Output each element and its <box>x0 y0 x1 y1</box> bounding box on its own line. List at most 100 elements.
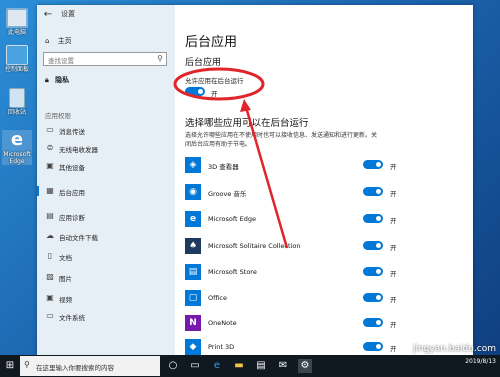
sidebar-item-label: 自动文件下载 <box>59 234 98 242</box>
sidebar-item-label: 视频 <box>59 296 72 304</box>
desktop-icon-pc[interactable]: 此电脑 <box>2 8 32 36</box>
app-toggle-state: 开 <box>390 296 397 304</box>
app-toggle[interactable] <box>363 267 383 276</box>
sidebar-item-label: 无线电收发器 <box>59 146 98 154</box>
desktop-icon-edge[interactable]: e Microsoft Edge <box>2 130 32 165</box>
sidebar-item-radios[interactable]: ⊜ 无线电收发器 <box>37 140 175 156</box>
app-toggle[interactable] <box>363 342 383 351</box>
app-toggle-state: 开 <box>390 345 397 353</box>
sidebar-item-label: 文档 <box>59 254 72 262</box>
app-name: Microsoft Solitaire Collection <box>208 242 301 250</box>
desktop-icon-label: Microsoft Edge <box>3 151 31 165</box>
sidebar-item-file-system[interactable]: ▭ 文件系统 <box>37 308 175 324</box>
lock-icon: 🔒︎ <box>45 76 49 84</box>
app-toggle-state: 开 <box>390 244 397 252</box>
app-toggle-state: 开 <box>390 190 397 198</box>
settings-search-input[interactable]: 查找设置 ⚲ <box>43 52 167 66</box>
app-toggle[interactable] <box>363 293 383 302</box>
app-toggle[interactable] <box>363 214 383 223</box>
choose-apps-heading: 选择哪些应用可以在后台运行 <box>185 118 309 129</box>
taskbar-search-placeholder: 在这里输入你要搜索的内容 <box>36 364 114 372</box>
app-row-groove: ◉ Groove 音乐 开 <box>185 184 465 204</box>
app-name: 3D 查看器 <box>208 163 239 171</box>
background-apps-icon: ▦ <box>46 186 54 195</box>
windows-start-icon[interactable]: ⊞ <box>0 355 20 377</box>
allow-background-label: 允许应用在后台运行 <box>185 77 244 85</box>
document-icon: ▯ <box>47 251 53 260</box>
pc-icon <box>6 8 28 28</box>
desktop-icon-label: 回收站 <box>7 109 26 116</box>
download-icon: ☁ <box>46 231 54 240</box>
page-title: 后台应用 <box>185 35 238 50</box>
active-indicator <box>37 186 39 196</box>
app-toggle[interactable] <box>363 160 383 169</box>
sidebar-item-videos[interactable]: ▣ 视频 <box>37 290 175 306</box>
control-panel-icon <box>6 45 28 65</box>
task-view-icon[interactable]: ○ <box>166 359 180 373</box>
app-toggle[interactable] <box>363 318 383 327</box>
sidebar-item-messaging[interactable]: ▭ 消息传送 <box>37 122 175 138</box>
groove-icon: ◉ <box>185 184 201 200</box>
app-toggle-state: 开 <box>390 163 397 171</box>
search-placeholder: 查找设置 <box>48 57 74 65</box>
3d-viewer-icon: ◈ <box>185 157 201 173</box>
sidebar-item-app-diagnostics[interactable]: ▤ 应用诊断 <box>37 208 175 224</box>
sidebar-home[interactable]: ⌂ 主页 <box>45 36 72 46</box>
sidebar-home-label: 主页 <box>57 37 72 45</box>
sidebar-item-background-apps[interactable]: ▦ 后台应用 <box>37 183 175 199</box>
sidebar-item-label: 后台应用 <box>59 189 85 197</box>
app-row-store: ▤ Microsoft Store 开 <box>185 264 465 284</box>
radio-icon: ⊜ <box>46 143 54 152</box>
app-row-edge: e Microsoft Edge 开 <box>185 211 465 231</box>
app-toggle-state: 开 <box>390 321 397 329</box>
file-explorer-icon[interactable]: ▬ <box>232 359 246 373</box>
settings-taskbar-icon[interactable]: ⚙ <box>298 359 312 373</box>
app-row-solitaire: ♠ Microsoft Solitaire Collection 开 <box>185 238 465 258</box>
desktop-icon-recycle-bin[interactable]: 回收站 <box>2 88 32 116</box>
home-icon: ⌂ <box>45 37 50 45</box>
sidebar-item-other-devices[interactable]: ▣ 其他设备 <box>37 158 175 174</box>
content-pane: 后台应用 后台应用 允许应用在后台运行 开 选择哪些应用可以在后台运行 选择允许… <box>175 5 473 355</box>
store-taskbar-icon[interactable]: ▤ <box>254 359 268 373</box>
pictures-icon: ▨ <box>46 272 54 281</box>
taskbar-search-input[interactable]: ⚲ 在这里输入你要搜索的内容 <box>20 356 160 376</box>
settings-window: ⌂ 主页 查找设置 ⚲ 🔒︎ 隐私 应用权限 ▭ 消息传送 ⊜ 无线电收发器 ▣… <box>37 5 473 355</box>
app-name: Microsoft Store <box>208 268 257 276</box>
sidebar-item-documents[interactable]: ▯ 文档 <box>37 248 175 264</box>
section-subtitle: 后台应用 <box>185 58 222 68</box>
recycle-bin-icon <box>9 88 25 108</box>
back-arrow-icon[interactable]: ← <box>41 8 55 22</box>
desktop-icon-label: 控制面板 <box>4 66 29 73</box>
app-name: Microsoft Edge <box>208 215 257 223</box>
edge-icon: e <box>10 129 24 150</box>
sidebar-item-label: 其他设备 <box>59 164 85 172</box>
desktop-icon-control-panel[interactable]: 控制面板 <box>2 45 32 73</box>
app-row-onenote: N OneNote 开 <box>185 315 465 335</box>
edge-taskbar-icon[interactable]: e <box>210 359 224 373</box>
sidebar: ⌂ 主页 查找设置 ⚲ 🔒︎ 隐私 应用权限 ▭ 消息传送 ⊜ 无线电收发器 ▣… <box>37 5 175 355</box>
sidebar-section-privacy: 🔒︎ 隐私 <box>45 75 69 85</box>
sidebar-subsection: 应用权限 <box>45 112 71 120</box>
app-toggle-state: 开 <box>390 270 397 278</box>
window-title: 设置 <box>61 10 75 18</box>
office-icon: ▢ <box>185 290 201 306</box>
solitaire-icon: ♠ <box>185 238 201 254</box>
watermark: jingyan.baidu.com <box>412 344 496 354</box>
app-name: OneNote <box>208 319 237 327</box>
allow-background-toggle[interactable] <box>185 87 205 96</box>
task-view-button-icon[interactable]: ▭ <box>188 359 202 373</box>
video-icon: ▣ <box>46 293 54 302</box>
app-row-office: ▢ Office 开 <box>185 290 465 310</box>
app-toggle[interactable] <box>363 187 383 196</box>
onenote-icon: N <box>185 315 201 331</box>
mail-icon[interactable]: ✉ <box>276 359 290 373</box>
app-row-3d-viewer: ◈ 3D 查看器 开 <box>185 157 465 177</box>
choose-apps-description: 选择允许哪些应用在不使用时也可以接收信息、发送通知和进行更新。关闭后台应用有助于… <box>185 132 378 148</box>
sidebar-item-label: 应用诊断 <box>59 214 85 222</box>
taskbar: ⊞ ⚲ 在这里输入你要搜索的内容 ○ ▭ e ▬ ▤ ✉ ⚙ 2019/8/13 <box>0 355 500 377</box>
app-toggle-state: 开 <box>390 217 397 225</box>
edge-icon: e <box>185 211 201 227</box>
sidebar-item-auto-downloads[interactable]: ☁ 自动文件下载 <box>37 228 175 244</box>
app-toggle[interactable] <box>363 241 383 250</box>
sidebar-item-pictures[interactable]: ▨ 图片 <box>37 269 175 285</box>
